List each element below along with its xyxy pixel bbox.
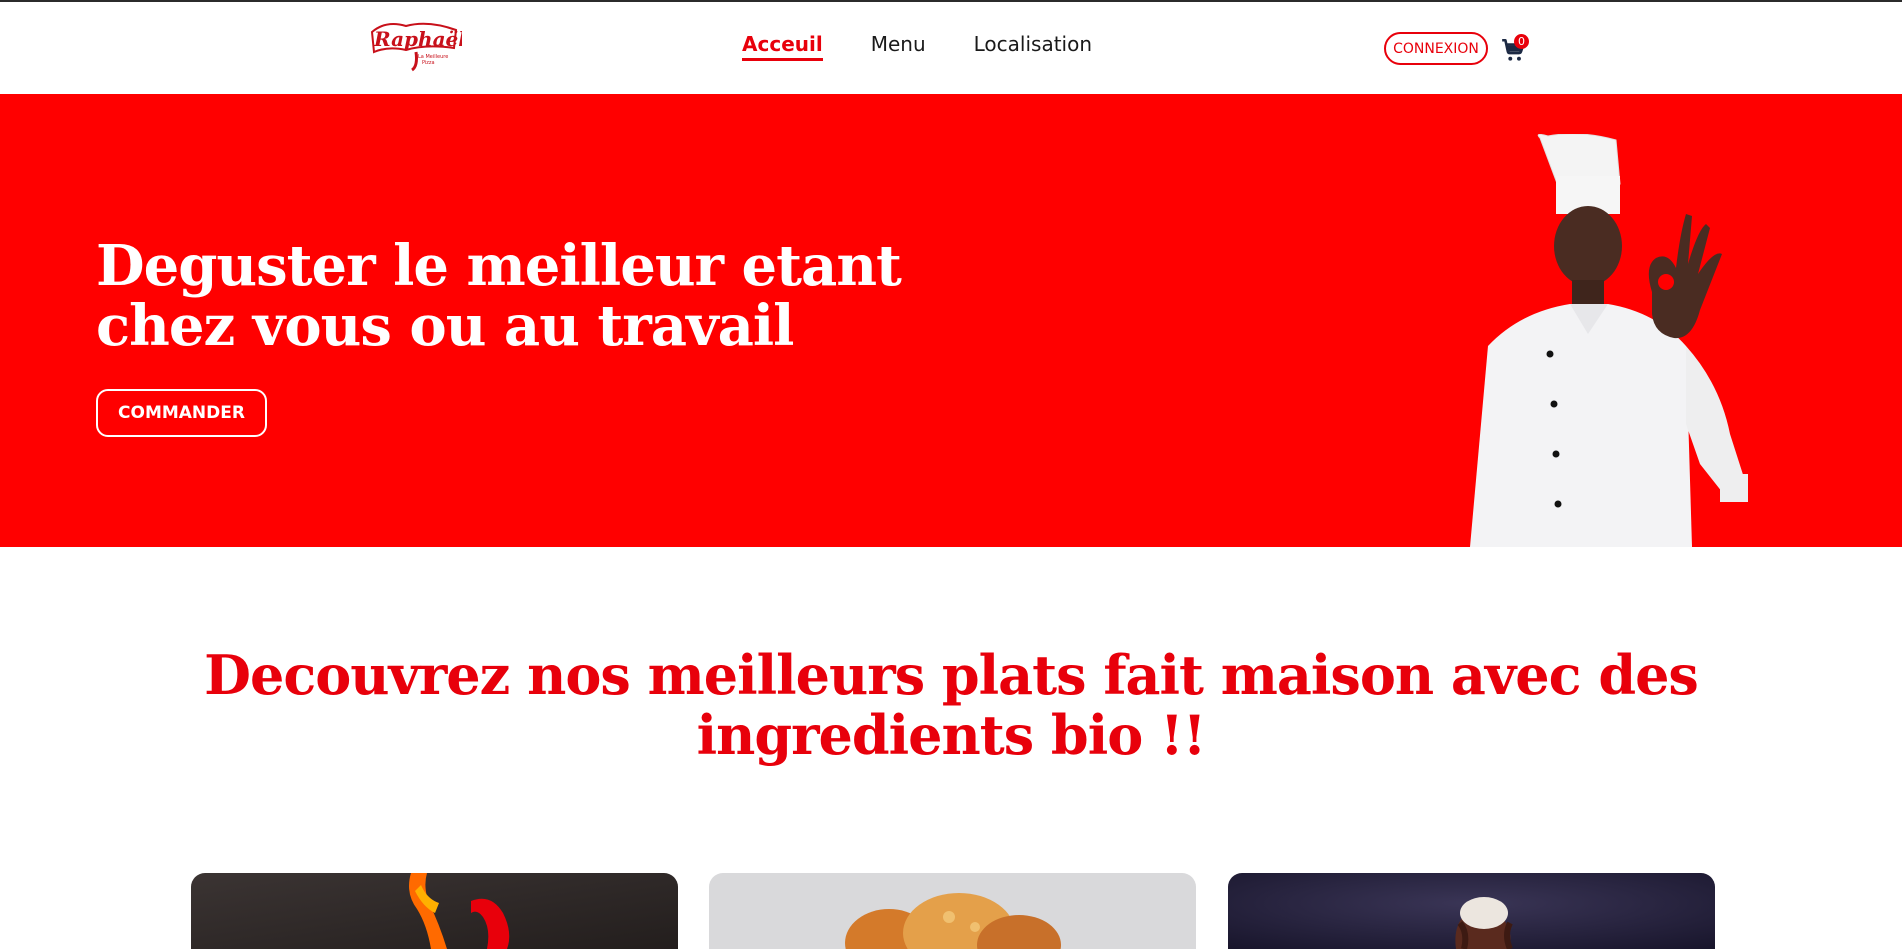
dish-card[interactable] [191,873,678,949]
hero-title: Deguster le meilleur etant chez vous ou … [96,233,902,359]
nav-item-acceuil[interactable]: Acceuil [742,32,823,61]
featured-dishes-title: Decouvrez nos meilleurs plats fait maiso… [204,643,1699,767]
nav-item-menu[interactable]: Menu [871,32,926,61]
svg-text:Pizza: Pizza [422,60,435,66]
logo-mark: Raphaëlo La Meilleure Pizza [370,22,462,72]
hero-banner: Deguster le meilleur etant chez vous ou … [0,94,1902,547]
cart-button[interactable]: 0 [1500,34,1530,64]
brand-logo[interactable]: Raphaëlo La Meilleure Pizza [366,18,462,74]
dish-image-ice-cream [1228,873,1715,949]
order-button[interactable]: COMMANDER [96,389,267,437]
dish-card[interactable] [709,873,1196,949]
site-header: Raphaëlo La Meilleure Pizza Acceuil Menu… [0,2,1902,93]
main-nav: Acceuil Menu Localisation [742,32,1092,61]
cart-count-badge: 0 [1514,34,1529,49]
chef-image [1430,134,1770,547]
svg-text:Raphaëlo: Raphaëlo [373,27,462,51]
dish-image-fried-chicken [709,873,1196,949]
dish-image-pepper [191,873,678,949]
login-button[interactable]: CONNEXION [1384,32,1488,65]
dish-card[interactable] [1228,873,1715,949]
nav-item-localisation[interactable]: Localisation [974,32,1092,61]
